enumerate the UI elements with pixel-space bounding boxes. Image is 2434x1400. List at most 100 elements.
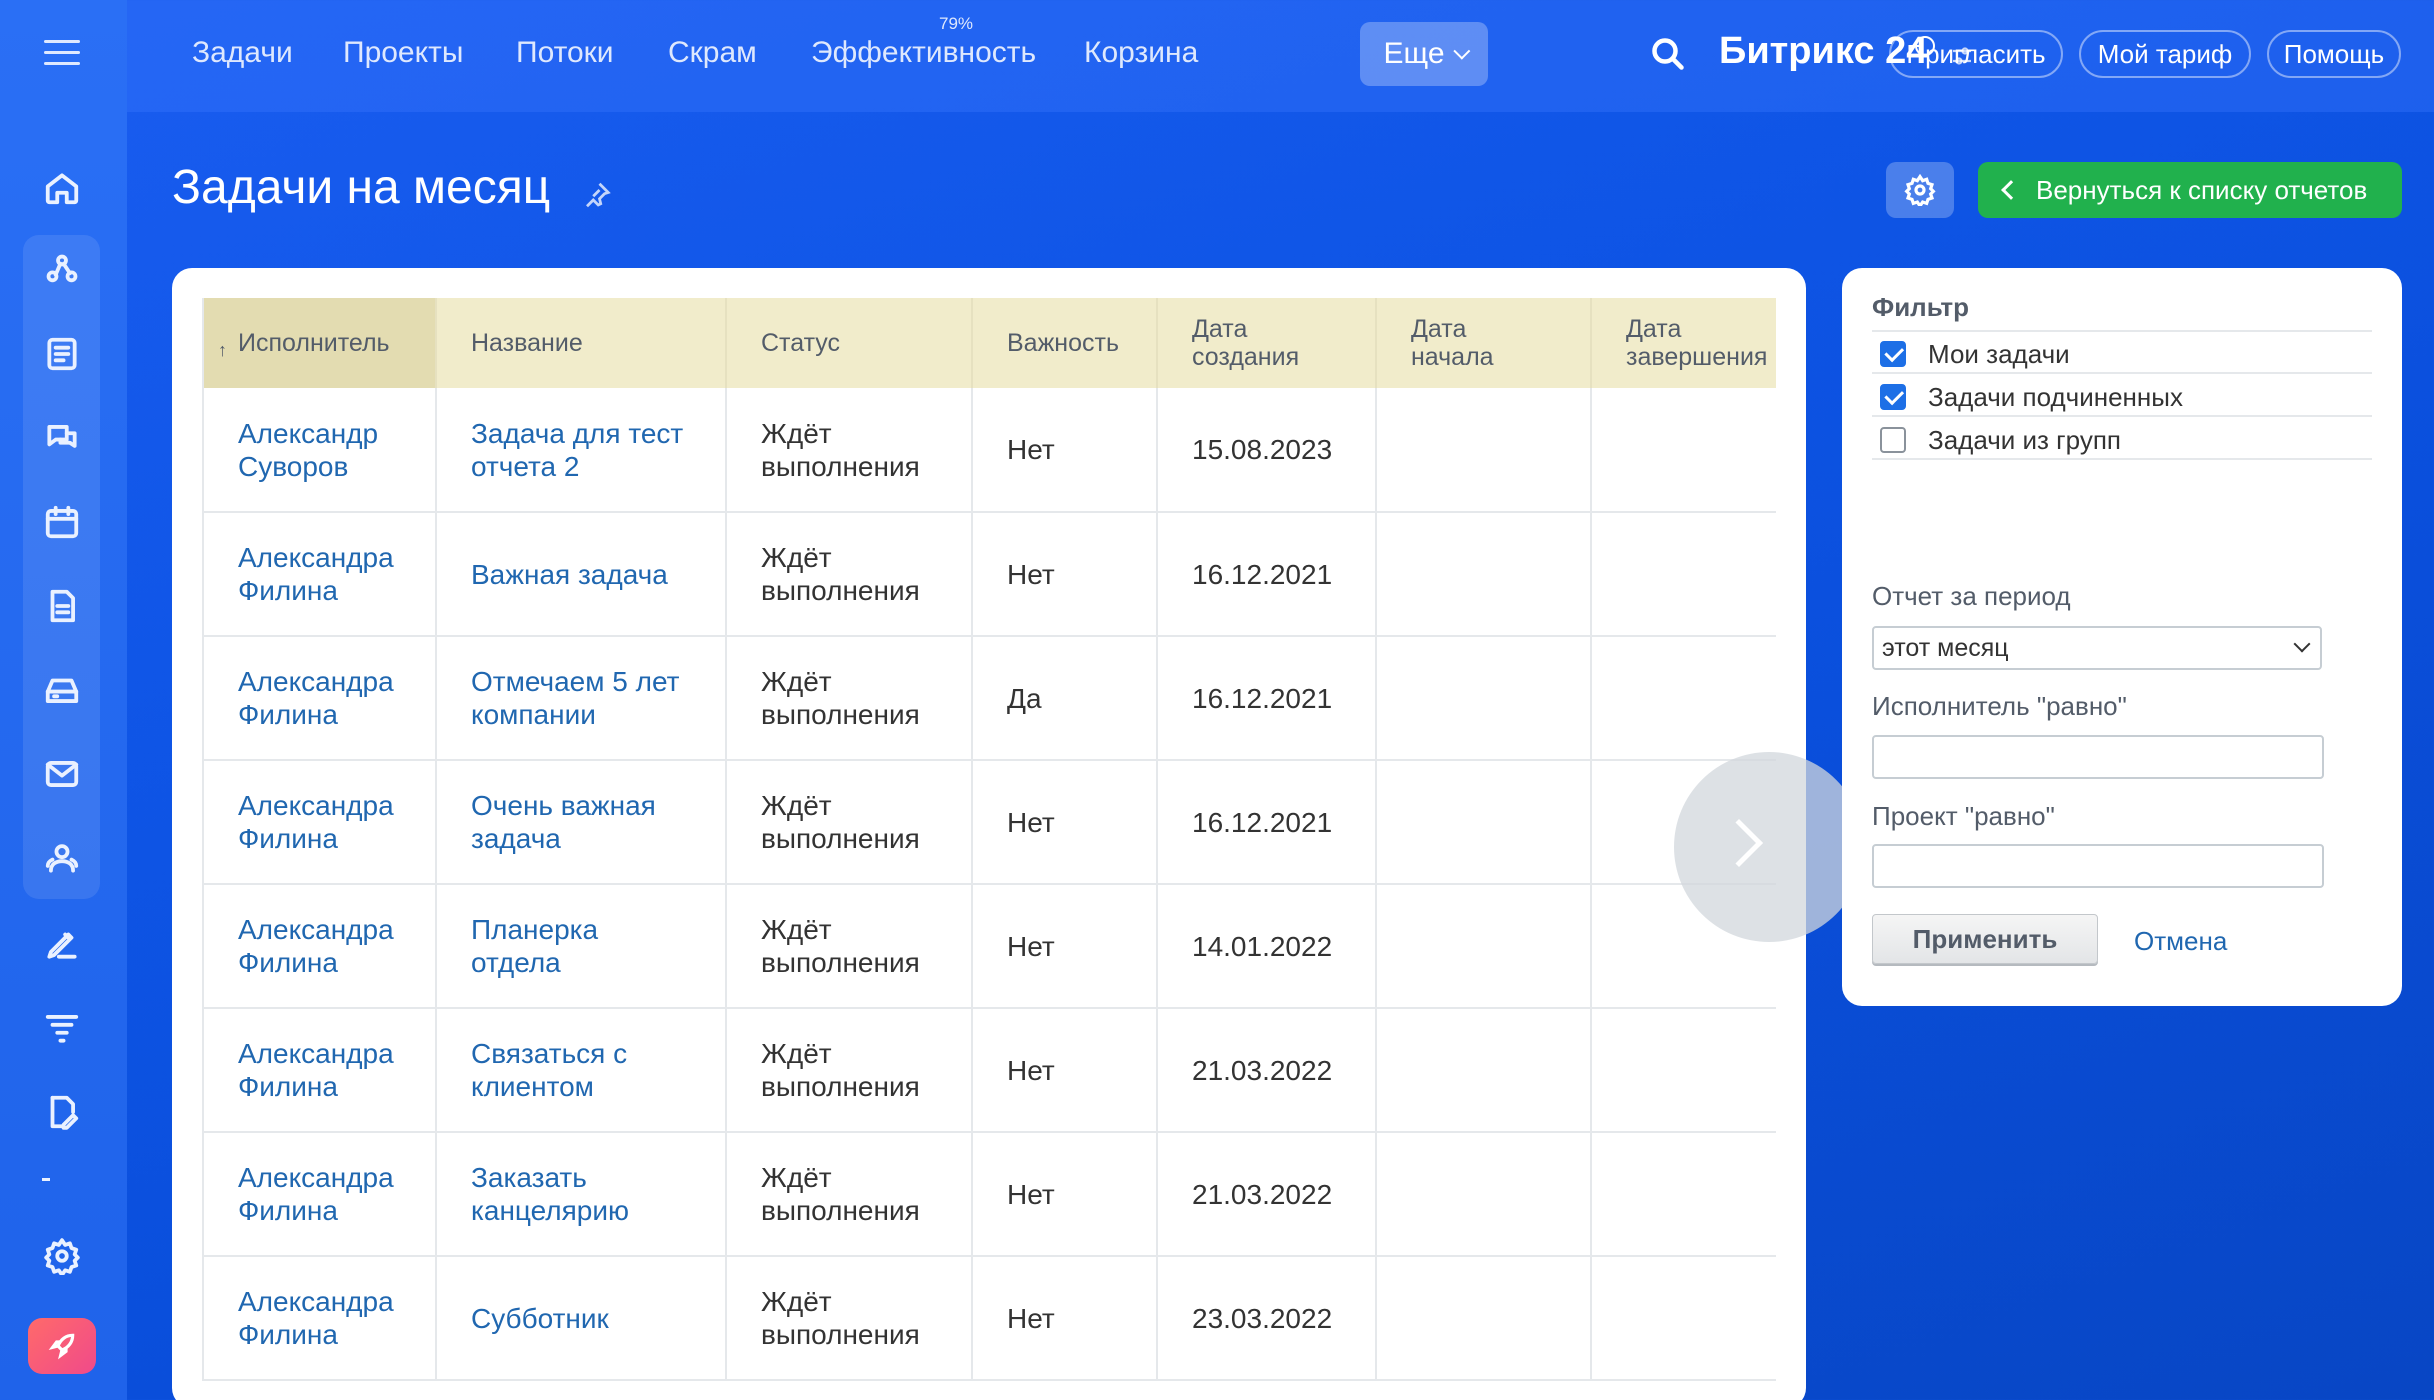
feed-icon[interactable] bbox=[42, 334, 82, 374]
cell-assignee-link[interactable]: Александра Филина bbox=[238, 1286, 394, 1350]
cell-end-date bbox=[1591, 636, 1776, 761]
project-filter-input[interactable] bbox=[1872, 844, 2324, 888]
nav-more-button[interactable]: Еще bbox=[1360, 22, 1488, 86]
tariff-button[interactable]: Мой тариф bbox=[2079, 30, 2251, 78]
flows-icon[interactable] bbox=[42, 250, 82, 290]
cell-created-date: 21.03.2022 bbox=[1157, 1132, 1377, 1257]
cell-task-name[interactable]: Отмечаем 5 лет компании bbox=[436, 636, 727, 761]
table-row[interactable]: Александра Филина Отмечаем 5 лет компании… bbox=[202, 636, 1776, 761]
nav-scrum[interactable]: Скрам bbox=[668, 36, 757, 70]
checkbox-subordinates-tasks[interactable]: Задачи подчиненных bbox=[1880, 377, 2183, 417]
column-header-name[interactable]: Название bbox=[436, 298, 727, 388]
scroll-right-button[interactable] bbox=[1674, 752, 1864, 942]
column-header-start[interactable]: Дата начала bbox=[1376, 298, 1592, 388]
menu-burger-icon[interactable] bbox=[44, 40, 80, 68]
documents-icon[interactable] bbox=[42, 586, 82, 626]
cell-assignee-link[interactable]: Александра Филина bbox=[238, 790, 394, 854]
table-row[interactable]: Александра Филина Планерка отдела Ждёт вып… bbox=[202, 884, 1776, 1009]
cell-task-name-link[interactable]: Важная задача bbox=[471, 559, 668, 590]
table-row[interactable]: Александра Филина Связаться с клиентом Ждё… bbox=[202, 1008, 1776, 1133]
cell-assignee[interactable]: Александр Суворов bbox=[202, 388, 437, 513]
assignee-filter-input[interactable] bbox=[1872, 735, 2324, 779]
help-button[interactable]: Помощь bbox=[2267, 30, 2401, 78]
column-header-end[interactable]: Дата завершения bbox=[1591, 298, 1776, 388]
cell-assignee-link[interactable]: Александра Филина bbox=[238, 914, 394, 978]
cell-assignee[interactable]: Александра Филина bbox=[202, 512, 437, 637]
divider bbox=[1872, 372, 2372, 374]
cell-task-name-link[interactable]: Задача для тест отчета 2 bbox=[471, 418, 683, 482]
invite-button[interactable]: Пригласить bbox=[1889, 30, 2063, 78]
checkbox-icon[interactable] bbox=[1880, 427, 1906, 453]
cell-task-name-link[interactable]: Субботник bbox=[471, 1303, 609, 1334]
cell-assignee[interactable]: Александра Филина bbox=[202, 636, 437, 761]
nav-trash[interactable]: Корзина bbox=[1084, 36, 1198, 70]
checkbox-group-tasks[interactable]: Задачи из групп bbox=[1880, 420, 2121, 460]
cell-task-name[interactable]: Планерка отдела bbox=[436, 884, 727, 1009]
cell-task-name-link[interactable]: Связаться с клиентом bbox=[471, 1038, 627, 1102]
assignee-filter-label: Исполнитель "равно" bbox=[1872, 691, 2127, 721]
calendar-icon[interactable] bbox=[42, 502, 82, 542]
cell-priority: Нет bbox=[972, 388, 1158, 513]
nav-efficiency[interactable]: Эффективность bbox=[811, 36, 1036, 70]
period-select[interactable]: этот месяц bbox=[1872, 626, 2322, 670]
column-header-assignee[interactable]: ↑ Исполнитель bbox=[202, 298, 437, 388]
cell-assignee[interactable]: Александра Филина bbox=[202, 884, 437, 1009]
table-row[interactable]: Александр Суворов Задача для тест отчета … bbox=[202, 388, 1776, 513]
cell-assignee[interactable]: Александра Филина bbox=[202, 1008, 437, 1133]
mail-icon[interactable] bbox=[42, 754, 82, 794]
column-header-status[interactable]: Статус bbox=[726, 298, 973, 388]
cell-priority: Нет bbox=[972, 512, 1158, 637]
back-to-reports-button[interactable]: Вернуться к списку отчетов bbox=[1978, 162, 2402, 218]
cell-priority: Нет bbox=[972, 760, 1158, 885]
home-icon[interactable] bbox=[42, 168, 82, 208]
nav-flows[interactable]: Потоки bbox=[516, 36, 614, 70]
table-row[interactable]: Александра Филина Важная задача Ждёт выпол… bbox=[202, 512, 1776, 637]
search-icon[interactable] bbox=[1650, 36, 1686, 72]
cell-created-date: 16.12.2021 bbox=[1157, 512, 1377, 637]
cell-assignee-link[interactable]: Александра Филина bbox=[238, 1038, 394, 1102]
crm-funnel-icon[interactable] bbox=[42, 1008, 82, 1048]
cancel-link[interactable]: Отмена bbox=[2134, 926, 2227, 957]
cell-assignee[interactable]: Александра Филина bbox=[202, 760, 437, 885]
cell-assignee[interactable]: Александра Филина bbox=[202, 1132, 437, 1257]
cell-task-name-link[interactable]: Заказать канцелярию bbox=[471, 1162, 629, 1226]
chevron-left-icon bbox=[2001, 180, 2021, 200]
cell-status: Ждёт выполнения bbox=[726, 1256, 973, 1381]
cell-task-name-link[interactable]: Очень важная задача bbox=[471, 790, 656, 854]
sign-icon[interactable] bbox=[42, 924, 82, 964]
report-settings-button[interactable] bbox=[1886, 162, 1954, 218]
settings-gear-icon[interactable] bbox=[42, 1236, 82, 1276]
left-rail bbox=[0, 0, 127, 1400]
table-row[interactable]: Александра Филина Субботник Ждёт выполнени… bbox=[202, 1256, 1776, 1381]
cell-task-name[interactable]: Важная задача bbox=[436, 512, 727, 637]
checkbox-my-tasks[interactable]: Мои задачи bbox=[1880, 334, 2070, 374]
checkbox-icon[interactable] bbox=[1880, 341, 1906, 367]
cell-assignee[interactable]: Александра Филина bbox=[202, 1256, 437, 1381]
sort-arrow-icon: ↑ bbox=[218, 340, 227, 360]
pin-icon[interactable] bbox=[582, 180, 612, 210]
cell-task-name-link[interactable]: Планерка отдела bbox=[471, 914, 598, 978]
cell-task-name[interactable]: Связаться с клиентом bbox=[436, 1008, 727, 1133]
cell-assignee-link[interactable]: Александра Филина bbox=[238, 542, 394, 606]
cell-task-name-link[interactable]: Отмечаем 5 лет компании bbox=[471, 666, 679, 730]
checkbox-icon[interactable] bbox=[1880, 384, 1906, 410]
employees-icon[interactable] bbox=[42, 838, 82, 878]
cell-task-name[interactable]: Субботник bbox=[436, 1256, 727, 1381]
nav-projects[interactable]: Проекты bbox=[343, 36, 463, 70]
rocket-icon[interactable] bbox=[28, 1318, 96, 1374]
table-row[interactable]: Александра Филина Заказать канцелярию Ждёт… bbox=[202, 1132, 1776, 1257]
column-header-priority[interactable]: Важность bbox=[972, 298, 1158, 388]
column-header-created[interactable]: Дата создания bbox=[1157, 298, 1377, 388]
forms-icon[interactable] bbox=[42, 1092, 82, 1132]
chat-icon[interactable] bbox=[42, 418, 82, 458]
nav-tasks[interactable]: Задачи bbox=[192, 36, 293, 70]
apply-button[interactable]: Применить bbox=[1872, 914, 2098, 964]
cell-task-name[interactable]: Заказать канцелярию bbox=[436, 1132, 727, 1257]
cell-assignee-link[interactable]: Александр Суворов bbox=[238, 418, 378, 482]
table-row[interactable]: Александра Филина Очень важная задача Ждёт… bbox=[202, 760, 1776, 885]
cell-assignee-link[interactable]: Александра Филина bbox=[238, 666, 394, 730]
cell-task-name[interactable]: Очень важная задача bbox=[436, 760, 727, 885]
cell-assignee-link[interactable]: Александра Филина bbox=[238, 1162, 394, 1226]
drive-icon[interactable] bbox=[42, 670, 82, 710]
cell-task-name[interactable]: Задача для тест отчета 2 bbox=[436, 388, 727, 513]
